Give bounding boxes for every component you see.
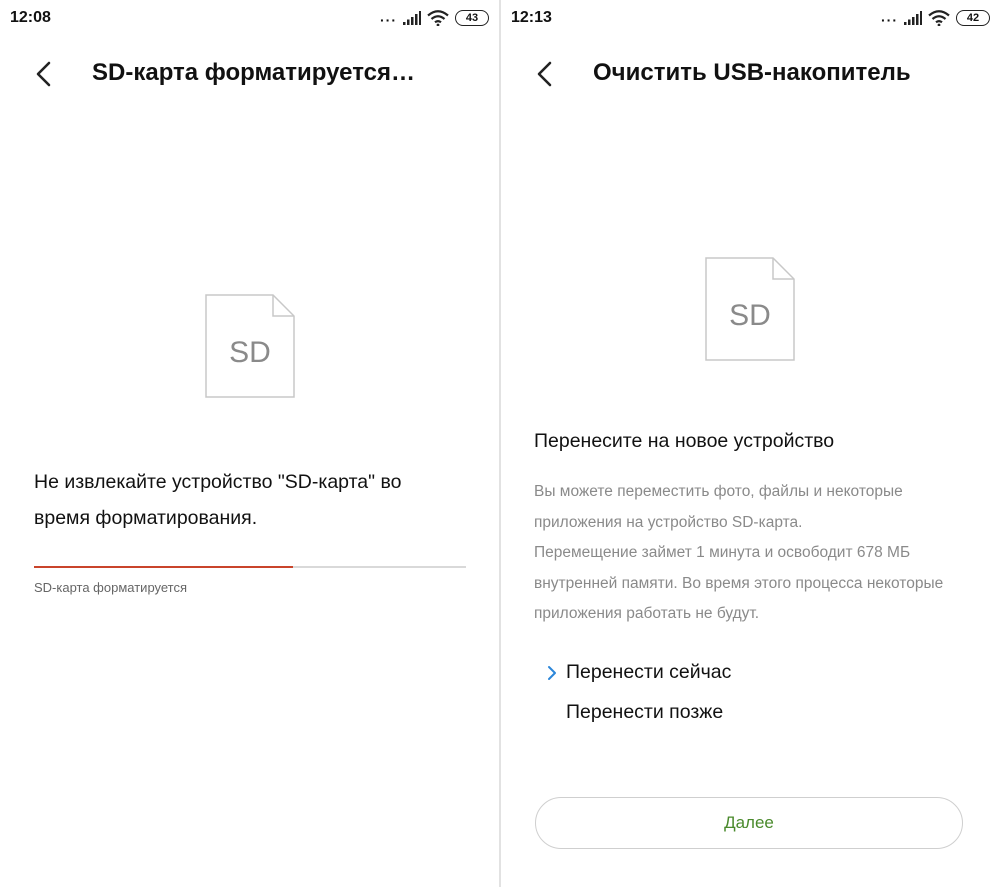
back-button[interactable]	[531, 58, 561, 90]
wifi-icon	[928, 10, 950, 26]
page-title: Очистить USB-накопитель	[593, 59, 911, 86]
sd-card-icon: SD	[705, 257, 795, 366]
warning-text: Не извлекайте устройство "SD-карта" во в…	[34, 471, 402, 529]
status-time: 12:13	[511, 9, 552, 26]
wifi-icon	[427, 10, 449, 26]
option-move-later[interactable]: Перенести позже	[566, 701, 723, 724]
progress-bar	[34, 566, 466, 568]
signal-icon	[403, 11, 421, 25]
status-bar: 12:13 ··· 42	[501, 0, 1000, 36]
chevron-right-icon	[548, 666, 556, 680]
notification-dots-icon: ···	[881, 12, 898, 28]
progress-status: SD-карта форматируется	[34, 580, 188, 595]
notification-dots-icon: ···	[380, 12, 397, 28]
section-title: Перенесите на новое устройство	[534, 430, 835, 452]
sd-icon-label: SD	[729, 299, 771, 332]
chevron-left-icon	[537, 61, 552, 87]
status-icons: ··· 42	[881, 9, 990, 27]
option-move-now[interactable]: Перенести сейчас	[566, 661, 731, 684]
header: Очистить USB-накопитель	[501, 48, 1000, 100]
next-button[interactable]: Далее	[535, 797, 963, 849]
chevron-left-icon	[36, 61, 51, 87]
left-screen: 12:08 ··· 43 SD-карта форматируется… SD …	[0, 0, 499, 887]
description-paragraph: Вы можете переместить фото, файлы и неко…	[534, 483, 903, 531]
header: SD-карта форматируется…	[0, 48, 499, 100]
signal-icon	[904, 11, 922, 25]
description-paragraph: Перемещение займет 1 минута и освободит …	[534, 544, 944, 622]
battery-icon: 43	[455, 10, 489, 26]
right-screen: 12:13 ··· 42 Очистить USB-накопитель SD …	[501, 0, 1000, 887]
page-title: SD-карта форматируется…	[92, 59, 415, 86]
status-bar: 12:08 ··· 43	[0, 0, 499, 36]
back-button[interactable]	[30, 58, 60, 90]
status-icons: ··· 43	[380, 9, 489, 27]
description: Вы можете переместить фото, файлы и неко…	[534, 477, 964, 630]
status-time: 12:08	[10, 9, 51, 26]
battery-icon: 42	[956, 10, 990, 26]
progress-fill	[34, 566, 294, 568]
sd-card-icon: SD	[205, 294, 295, 403]
sd-icon-label: SD	[229, 336, 271, 369]
